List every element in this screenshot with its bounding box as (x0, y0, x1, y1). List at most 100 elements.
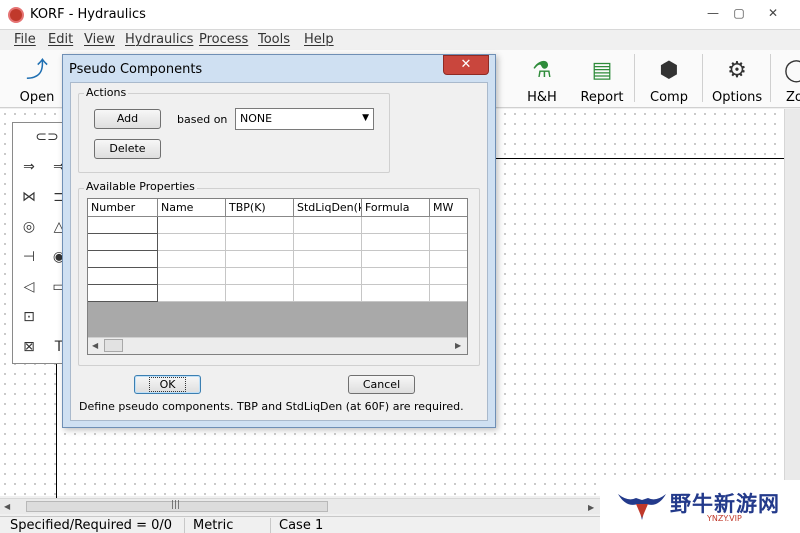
molecule-icon: ⬢ (659, 58, 679, 83)
gear-icon: ⚙ (727, 58, 747, 83)
hh-button[interactable]: ⚗ H&H (520, 50, 564, 108)
compressor-icon[interactable]: ⊣ (19, 247, 39, 267)
grid-cell[interactable] (226, 217, 294, 234)
menu-edit[interactable]: Edit (48, 32, 73, 47)
horizontal-scroll-thumb[interactable]: ||| (26, 500, 328, 512)
menu-help[interactable]: Help (304, 32, 334, 47)
pipe-line (494, 158, 784, 159)
feed-icon[interactable]: ⇒ (19, 157, 39, 177)
valve-icon[interactable]: ⋈ (19, 187, 39, 207)
toolbar-separator (634, 54, 635, 102)
grid-cell[interactable] (294, 268, 362, 285)
text-box-icon[interactable]: ⊠ (19, 337, 39, 357)
grid-cell[interactable] (294, 217, 362, 234)
column-header-formula[interactable]: Formula (362, 199, 430, 217)
zoom-icon: ◯ (784, 58, 800, 83)
column-header-mw[interactable]: MW (430, 199, 467, 217)
options-label: Options (712, 90, 763, 105)
status-specified: Specified/Required = 0/0 (10, 518, 173, 533)
status-bar: Specified/Required = 0/0 Metric Case 1 (0, 516, 600, 533)
based-on-value: NONE (240, 112, 273, 125)
open-file-icon: ⤴ (25, 58, 48, 83)
grid-cell[interactable] (362, 234, 430, 251)
comp-label: Comp (650, 90, 688, 105)
pump-icon[interactable]: ◎ (19, 217, 39, 237)
grid-cell[interactable] (294, 285, 362, 302)
grid-cell[interactable] (362, 268, 430, 285)
grid-cell[interactable] (158, 285, 226, 302)
grid-scroll-right-icon[interactable]: ▶ (455, 341, 461, 350)
grid-cell[interactable] (362, 251, 430, 268)
properties-grid: Number Name TBP(K) StdLiqDen(kg Formula … (87, 198, 468, 355)
column-header-stdliqden[interactable]: StdLiqDen(kg (294, 199, 362, 217)
available-properties-title: Available Properties (84, 180, 197, 193)
cancel-button[interactable]: Cancel (348, 375, 415, 394)
zoom-button[interactable]: ◯ Zo (782, 50, 800, 108)
grid-horizontal-scrollbar[interactable]: ◀ ▶ (88, 337, 467, 354)
row-header-cell[interactable] (88, 285, 158, 302)
junction-icon[interactable]: ◁ (19, 277, 39, 297)
open-button[interactable]: ⤴ Open (16, 50, 58, 108)
splitter-icon[interactable]: ⊡ (19, 307, 39, 327)
column-header-number[interactable]: Number (88, 199, 158, 217)
grid-cell[interactable] (158, 251, 226, 268)
grid-scroll-left-icon[interactable]: ◀ (92, 341, 98, 350)
hh-label: H&H (527, 90, 557, 105)
row-header-cell[interactable] (88, 217, 158, 234)
scroll-left-icon[interactable]: ◀ (4, 502, 10, 511)
open-label: Open (19, 90, 55, 105)
dialog-hint: Define pseudo components. TBP and StdLiq… (79, 400, 464, 413)
grid-cell[interactable] (158, 268, 226, 285)
grid-cell[interactable] (430, 285, 467, 302)
menu-hydraulics[interactable]: Hydraulics (125, 32, 193, 47)
close-window-button[interactable]: ✕ (758, 2, 788, 24)
row-header-cell[interactable] (88, 268, 158, 285)
grid-cell[interactable] (430, 217, 467, 234)
grid-cell[interactable] (362, 285, 430, 302)
menu-process[interactable]: Process (199, 32, 248, 47)
based-on-dropdown[interactable]: NONE ▼ (235, 108, 374, 130)
grid-cell[interactable] (294, 251, 362, 268)
ok-button[interactable]: OK (134, 375, 201, 394)
row-header-cell[interactable] (88, 234, 158, 251)
report-label: Report (580, 90, 624, 105)
chevron-down-icon: ▼ (362, 113, 369, 123)
zoom-label: Zo (786, 90, 800, 105)
toolbar-separator (702, 54, 703, 102)
grid-cell[interactable] (226, 234, 294, 251)
comp-button[interactable]: ⬢ Comp (648, 50, 690, 108)
grid-cell[interactable] (226, 285, 294, 302)
grid-cell[interactable] (362, 217, 430, 234)
grid-cell[interactable] (430, 234, 467, 251)
menu-view[interactable]: View (84, 32, 115, 47)
report-button[interactable]: ▤ Report (578, 50, 626, 108)
menu-bar: File Edit View Hydraulics Process Tools … (0, 30, 800, 50)
grid-cell[interactable] (226, 251, 294, 268)
menu-file[interactable]: File (14, 32, 36, 47)
pipe-line (56, 360, 57, 500)
grid-cell[interactable] (294, 234, 362, 251)
status-case: Case 1 (279, 518, 324, 533)
grid-cell[interactable] (430, 251, 467, 268)
actions-group-title: Actions (84, 86, 129, 99)
maximize-button[interactable]: ▢ (724, 2, 754, 24)
grid-cell[interactable] (158, 217, 226, 234)
scroll-right-icon[interactable]: ▶ (588, 503, 594, 512)
options-button[interactable]: ⚙ Options (712, 50, 762, 108)
vertical-scrollbar[interactable] (784, 109, 800, 496)
actions-group (78, 93, 390, 173)
pipe-icon[interactable]: ⊂⊃ (33, 127, 61, 147)
grid-cell[interactable] (226, 268, 294, 285)
row-header-cell[interactable] (88, 251, 158, 268)
delete-button[interactable]: Delete (94, 139, 161, 159)
column-header-name[interactable]: Name (158, 199, 226, 217)
ok-label: OK (148, 377, 187, 392)
grid-cell[interactable] (430, 268, 467, 285)
column-header-tbp[interactable]: TBP(K) (226, 199, 294, 217)
grid-scroll-thumb[interactable] (104, 339, 123, 352)
dialog-close-button[interactable]: ✕ (443, 55, 489, 75)
menu-tools[interactable]: Tools (258, 32, 290, 47)
grid-cell[interactable] (158, 234, 226, 251)
add-button[interactable]: Add (94, 109, 161, 129)
report-icon: ▤ (591, 58, 613, 83)
